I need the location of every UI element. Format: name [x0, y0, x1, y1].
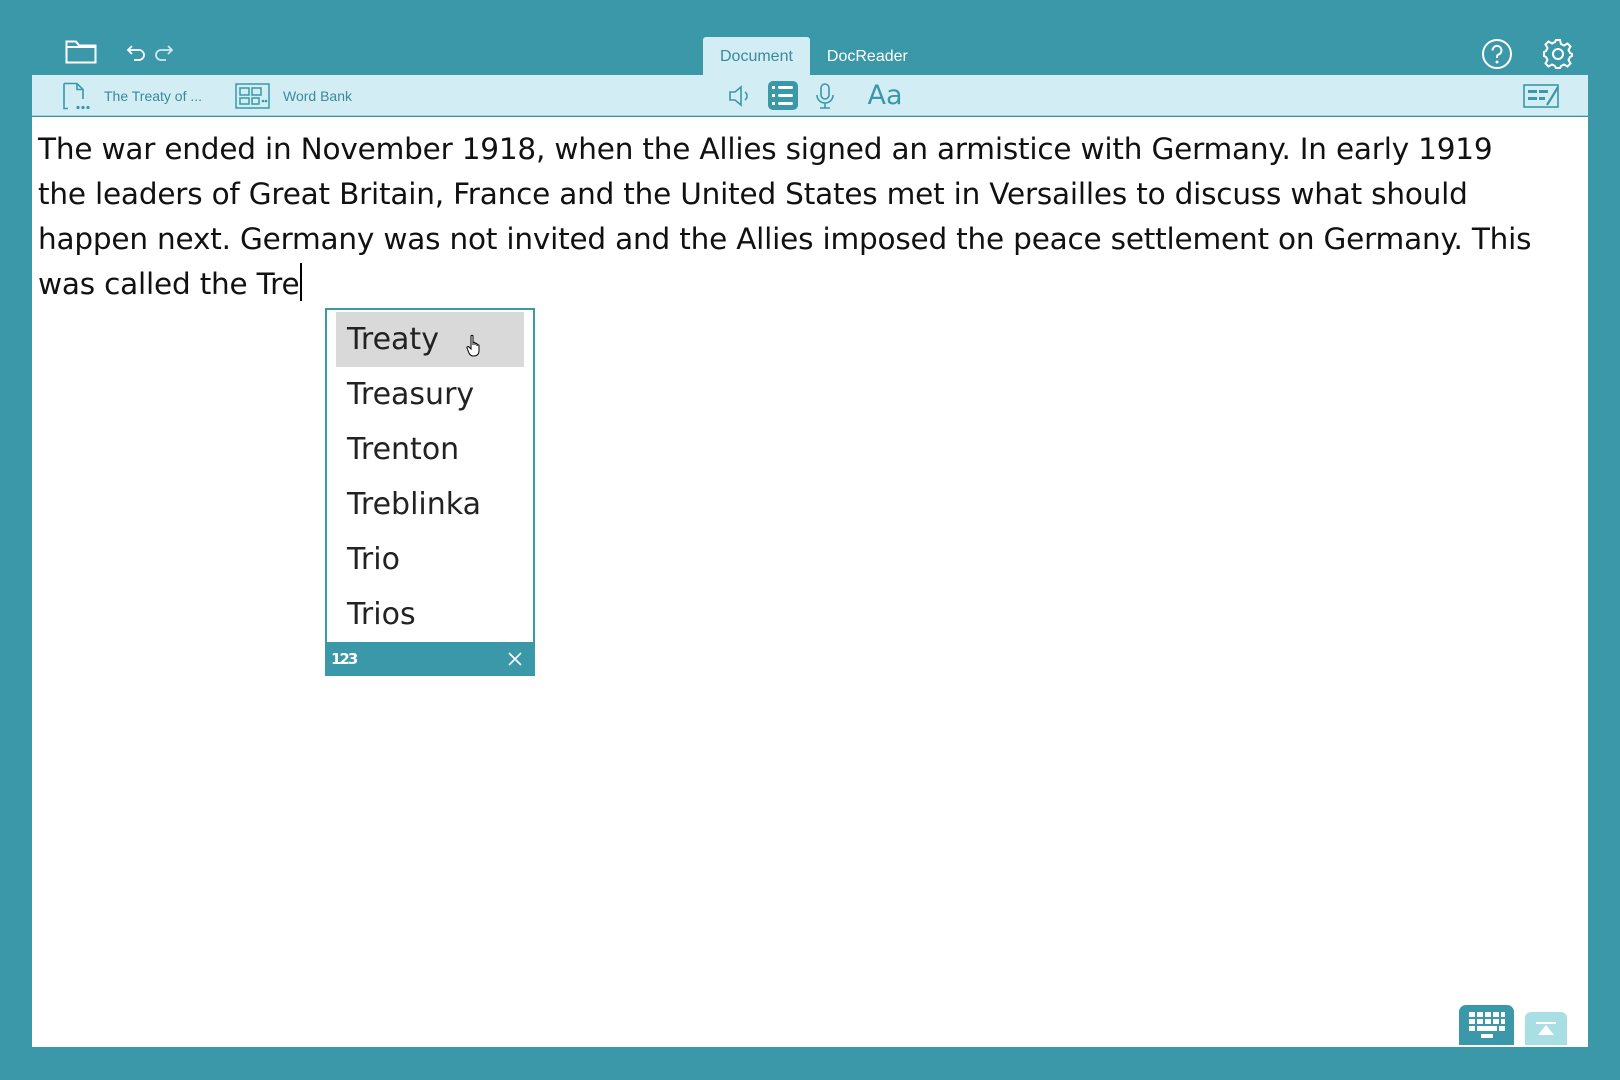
help-icon[interactable]: [1480, 37, 1514, 71]
suggestion-item[interactable]: Treaty: [336, 312, 524, 367]
word-prediction-popup: Treaty Treasury Trenton Treblinka Trio T…: [325, 308, 535, 676]
suggestion-label: Trios: [347, 597, 416, 632]
checklist-icon[interactable]: [1522, 79, 1562, 112]
suggestion-label: Trenton: [347, 432, 460, 467]
undo-icon[interactable]: [126, 42, 146, 62]
redo-icon[interactable]: [154, 42, 174, 62]
document-area[interactable]: The war ended in November 1918, when the…: [32, 117, 1588, 1047]
document-icon: [63, 82, 90, 109]
tab-document[interactable]: Document: [703, 37, 810, 76]
keyboard-icon[interactable]: [1459, 1005, 1514, 1045]
font-settings-button[interactable]: Aa: [862, 79, 908, 112]
text-caret: [300, 263, 303, 301]
suggestion-item[interactable]: Treblinka: [336, 477, 524, 532]
document-line-current: was called the Tre: [38, 262, 1586, 307]
view-tabs: Document DocReader: [703, 37, 925, 76]
tab-docreader[interactable]: DocReader: [810, 37, 925, 76]
suggestion-label: Treblinka: [347, 487, 482, 522]
popup-footer: 123: [325, 642, 535, 676]
hand-cursor-icon: [466, 334, 480, 357]
document-title-button[interactable]: The Treaty of ...: [62, 75, 202, 116]
speaker-icon[interactable]: [726, 79, 756, 112]
suggestion-label: Treasury: [347, 377, 475, 412]
document-text[interactable]: The war ended in November 1918, when the…: [38, 127, 1586, 307]
top-bar: Document DocReader: [0, 0, 1620, 76]
suggestion-label: Trio: [347, 542, 400, 577]
suggestion-item[interactable]: Trenton: [336, 422, 524, 477]
suggestion-item[interactable]: Trio: [336, 532, 524, 587]
suggestion-list: Treaty Treasury Trenton Treblinka Trio T…: [327, 310, 533, 642]
document-line: The war ended in November 1918, when the…: [38, 132, 1493, 166]
word-bank-button[interactable]: Word Bank: [235, 75, 352, 116]
prediction-list-icon[interactable]: [767, 79, 799, 112]
gear-icon[interactable]: [1540, 36, 1576, 72]
suggestion-item[interactable]: Trios: [336, 587, 524, 642]
suggestion-item[interactable]: Treasury: [336, 367, 524, 422]
document-title-label: The Treaty of ...: [104, 87, 203, 104]
suggestion-label: Treaty: [347, 322, 439, 357]
microphone-icon[interactable]: [810, 79, 840, 112]
document-line: was called the Tre: [38, 267, 300, 301]
word-bank-icon: [235, 82, 270, 109]
folder-icon[interactable]: [62, 34, 100, 68]
word-bank-label: Word Bank: [283, 87, 352, 104]
number-suggestions-button[interactable]: 123: [331, 650, 358, 668]
toolbar: The Treaty of ... Word Bank Aa: [32, 75, 1588, 116]
scroll-top-icon[interactable]: [1525, 1012, 1567, 1045]
document-line: the leaders of Great Britain, France and…: [38, 177, 1468, 211]
document-line: happen next. Germany was not invited and…: [38, 222, 1532, 256]
close-icon[interactable]: [507, 651, 523, 667]
